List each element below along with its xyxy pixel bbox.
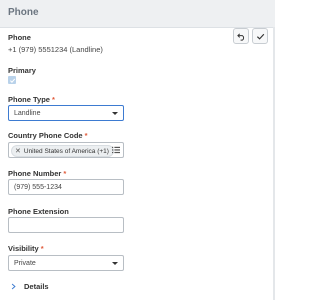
undo-icon <box>236 32 244 41</box>
undo-button[interactable] <box>233 28 249 44</box>
check-icon <box>256 33 264 40</box>
phone-extension-input[interactable] <box>8 217 124 233</box>
phone-value: +1 (979) 5551234 (Landline) <box>8 45 103 54</box>
dropdown-arrow-icon <box>112 112 118 115</box>
phone-type-label: Phone Type * <box>8 95 55 104</box>
phone-type-value: Landline <box>14 110 41 117</box>
primary-label: Primary <box>8 66 36 75</box>
visibility-label: Visibility * <box>8 244 44 253</box>
list-icon[interactable] <box>112 146 120 154</box>
country-code-selected: United States of America (+1) <box>23 147 109 155</box>
phone-number-label: Phone Number * <box>8 169 67 178</box>
country-code-label: Country Phone Code * <box>8 131 88 140</box>
required-marker: * <box>84 131 88 140</box>
details-toggle[interactable]: Details <box>10 282 49 291</box>
primary-checkbox[interactable] <box>8 76 16 84</box>
remove-pill-icon[interactable]: ✕ <box>15 147 21 155</box>
phone-label: Phone <box>8 33 31 42</box>
phone-number-input[interactable]: (979) 555-1234 <box>8 179 124 195</box>
dropdown-arrow-icon <box>112 262 118 265</box>
phone-number-value: (979) 555-1234 <box>14 184 62 191</box>
chevron-right-icon <box>11 283 16 290</box>
panel-header: Phone <box>0 0 275 28</box>
phone-extension-label: Phone Extension <box>8 207 69 216</box>
panel-title: Phone <box>8 7 39 18</box>
visibility-select[interactable]: Private <box>8 255 124 271</box>
visibility-value: Private <box>14 260 36 267</box>
country-code-pill: ✕ United States of America (+1) <box>11 145 114 157</box>
required-marker: * <box>51 95 55 104</box>
phone-type-select[interactable]: Landline <box>8 105 124 121</box>
country-code-field[interactable]: ✕ United States of America (+1) <box>8 142 124 158</box>
confirm-button[interactable] <box>252 28 268 44</box>
required-marker: * <box>40 244 44 253</box>
check-icon <box>9 78 15 83</box>
details-label: Details <box>24 282 49 291</box>
required-marker: * <box>63 169 67 178</box>
scroll-edge <box>273 27 275 300</box>
